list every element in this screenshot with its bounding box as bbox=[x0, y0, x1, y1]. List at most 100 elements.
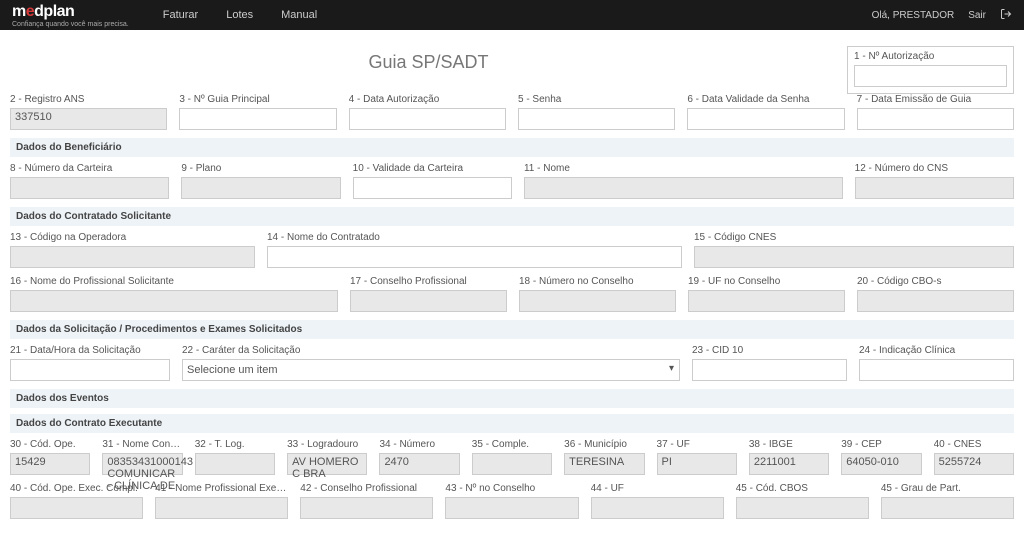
input-19-uf-conselho bbox=[688, 290, 845, 312]
label-9: 9 - Plano bbox=[181, 163, 340, 174]
input-40b-cod-ope-exec bbox=[10, 497, 143, 519]
label-44: 44 - UF bbox=[591, 483, 724, 494]
input-32-tlog bbox=[195, 453, 275, 475]
exit-icon[interactable] bbox=[1000, 8, 1012, 23]
input-8-carteira bbox=[10, 177, 169, 199]
input-37-uf: PI bbox=[657, 453, 737, 475]
brand-e: e bbox=[26, 3, 34, 20]
input-31-nome-contratado: 08353431000143 COMUNICAR - CLÍNICA DE bbox=[102, 453, 182, 475]
input-14-nome-contratado[interactable] bbox=[267, 246, 682, 268]
brand-tagline: Confiança quando você mais precisa. bbox=[12, 21, 129, 28]
select-22-carater[interactable]: Selecione um item bbox=[182, 359, 680, 381]
page-title: Guia SP/SADT bbox=[10, 38, 847, 91]
label-34: 34 - Número bbox=[379, 439, 459, 450]
label-7: 7 - Data Emissão de Guia bbox=[857, 94, 1014, 105]
brand-m: m bbox=[12, 3, 26, 20]
section-solicitacao: Dados da Solicitação / Procedimentos e E… bbox=[10, 320, 1014, 339]
label-38: 38 - IBGE bbox=[749, 439, 829, 450]
brand: medplan Confiança quando você mais preci… bbox=[12, 3, 129, 28]
label-40: 40 - CNES bbox=[934, 439, 1014, 450]
nav-faturar[interactable]: Faturar bbox=[149, 1, 212, 29]
input-44-uf bbox=[591, 497, 724, 519]
label-2: 2 - Registro ANS bbox=[10, 94, 167, 105]
label-15: 15 - Código CNES bbox=[694, 232, 1014, 243]
input-15-cnes bbox=[694, 246, 1014, 268]
label-23: 23 - CID 10 bbox=[692, 345, 847, 356]
section-contratado-solicitante: Dados do Contratado Solicitante bbox=[10, 207, 1014, 226]
label-10: 10 - Validade da Carteira bbox=[353, 163, 512, 174]
input-5-senha[interactable] bbox=[518, 108, 675, 130]
input-38-ibge: 2211001 bbox=[749, 453, 829, 475]
label-45b: 45 - Grau de Part. bbox=[881, 483, 1014, 494]
input-18-num-conselho bbox=[519, 290, 676, 312]
label-17: 17 - Conselho Profissional bbox=[350, 276, 507, 287]
label-19: 19 - UF no Conselho bbox=[688, 276, 845, 287]
label-32: 32 - T. Log. bbox=[195, 439, 275, 450]
input-23-cid10[interactable] bbox=[692, 359, 847, 381]
input-6-validade-senha[interactable] bbox=[687, 108, 844, 130]
input-41-nome-profissional bbox=[155, 497, 288, 519]
input-7-data-emissao[interactable] bbox=[857, 108, 1014, 130]
nav-links: Faturar Lotes Manual bbox=[149, 1, 331, 29]
input-17-conselho bbox=[350, 290, 507, 312]
label-18: 18 - Número no Conselho bbox=[519, 276, 676, 287]
label-20: 20 - Código CBO-s bbox=[857, 276, 1014, 287]
input-40-cnes: 5255724 bbox=[934, 453, 1014, 475]
input-2-registro-ans: 337510 bbox=[10, 108, 167, 130]
brand-dplan: dplan bbox=[34, 3, 74, 20]
label-4: 4 - Data Autorização bbox=[349, 94, 506, 105]
input-43-num-conselho bbox=[445, 497, 578, 519]
label-21: 21 - Data/Hora da Solicitação bbox=[10, 345, 170, 356]
input-11-nome bbox=[524, 177, 843, 199]
field-1-autorizacao: 1 - Nº Autorização bbox=[847, 46, 1014, 94]
label-39: 39 - CEP bbox=[841, 439, 921, 450]
label-12: 12 - Número do CNS bbox=[855, 163, 1014, 174]
label-33: 33 - Logradouro bbox=[287, 439, 367, 450]
label-8: 8 - Número da Carteira bbox=[10, 163, 169, 174]
nav-manual[interactable]: Manual bbox=[267, 1, 331, 29]
label-37: 37 - UF bbox=[657, 439, 737, 450]
section-contrato-executante: Dados do Contrato Executante bbox=[10, 414, 1014, 433]
label-22: 22 - Caráter da Solicitação bbox=[182, 345, 680, 356]
label-1: 1 - Nº Autorização bbox=[854, 51, 1007, 62]
label-14: 14 - Nome do Contratado bbox=[267, 232, 682, 243]
input-4-data-autorizacao[interactable] bbox=[349, 108, 506, 130]
input-24-indicacao[interactable] bbox=[859, 359, 1014, 381]
input-45a-cbos bbox=[736, 497, 869, 519]
input-20-cbo bbox=[857, 290, 1014, 312]
input-16-profissional-solicitante bbox=[10, 290, 338, 312]
label-3: 3 - Nº Guia Principal bbox=[179, 94, 336, 105]
label-11: 11 - Nome bbox=[524, 163, 843, 174]
label-24: 24 - Indicação Clínica bbox=[859, 345, 1014, 356]
input-3-guia-principal[interactable] bbox=[179, 108, 336, 130]
input-30-cod-ope: 15429 bbox=[10, 453, 90, 475]
input-45b-grau bbox=[881, 497, 1014, 519]
section-eventos: Dados dos Eventos bbox=[10, 389, 1014, 408]
input-42-conselho bbox=[300, 497, 433, 519]
label-36: 36 - Município bbox=[564, 439, 644, 450]
input-21-data-hora[interactable] bbox=[10, 359, 170, 381]
input-1-autorizacao[interactable] bbox=[854, 65, 1007, 87]
label-5: 5 - Senha bbox=[518, 94, 675, 105]
input-10-validade-carteira[interactable] bbox=[353, 177, 512, 199]
input-13-codigo-operadora bbox=[10, 246, 255, 268]
label-6: 6 - Data Validade da Senha bbox=[687, 94, 844, 105]
label-40b: 40 - Cód. Ope. Exec. Compl. bbox=[10, 483, 143, 494]
nav-lotes[interactable]: Lotes bbox=[212, 1, 267, 29]
exit-link[interactable]: Sair bbox=[968, 10, 986, 21]
input-33-logradouro: AV HOMERO C BRA bbox=[287, 453, 367, 475]
greeting: Olá, PRESTADOR bbox=[872, 10, 955, 21]
label-13: 13 - Código na Operadora bbox=[10, 232, 255, 243]
input-36-municipio: TERESINA bbox=[564, 453, 644, 475]
input-35-complemento bbox=[472, 453, 552, 475]
label-35: 35 - Comple. bbox=[472, 439, 552, 450]
label-30: 30 - Cód. Ope. bbox=[10, 439, 90, 450]
label-41: 41 - Nome Profissional Exec./Compl. bbox=[155, 483, 288, 494]
label-31: 31 - Nome Contratado bbox=[102, 439, 182, 450]
input-39-cep: 64050-010 bbox=[841, 453, 921, 475]
input-12-cns bbox=[855, 177, 1014, 199]
input-9-plano bbox=[181, 177, 340, 199]
navbar: medplan Confiança quando você mais preci… bbox=[0, 0, 1024, 30]
label-43: 43 - Nº no Conselho bbox=[445, 483, 578, 494]
label-45a: 45 - Cód. CBOS bbox=[736, 483, 869, 494]
